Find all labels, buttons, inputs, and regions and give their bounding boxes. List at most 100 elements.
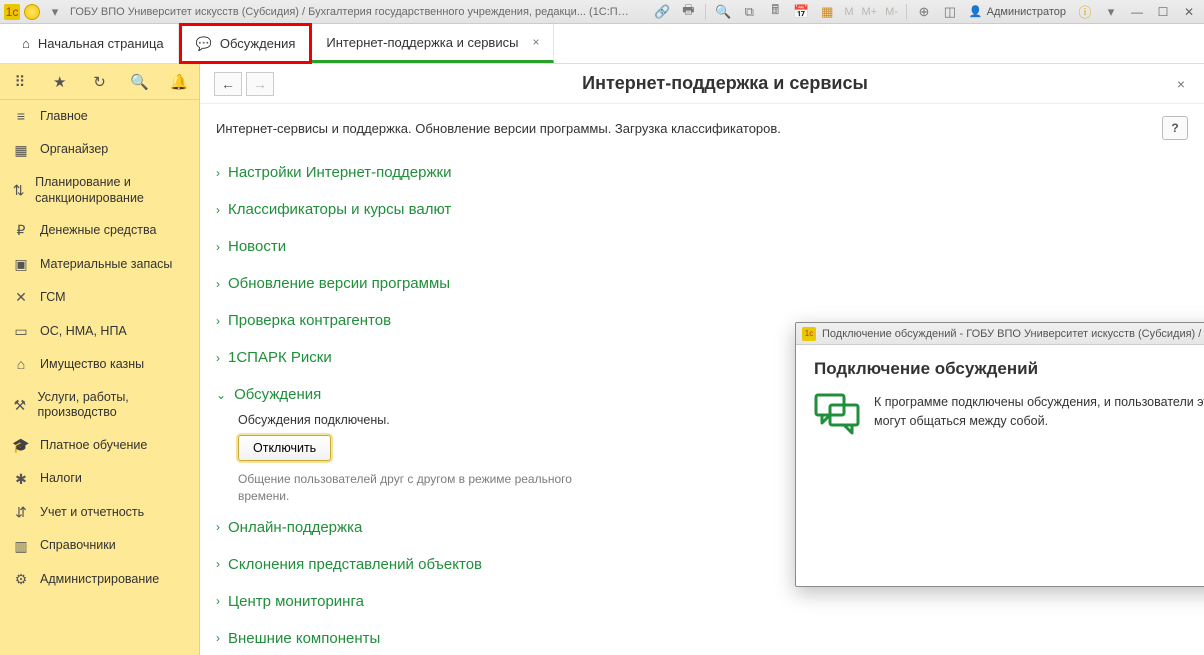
- sidebar-item-label: ОС, НМА, НПА: [40, 324, 127, 340]
- home-icon: ⌂: [22, 36, 30, 51]
- page-description: Интернет-сервисы и поддержка. Обновление…: [216, 121, 1162, 136]
- sidebar-item-icon: ⇵: [12, 504, 30, 522]
- dialog-chat-icon: [814, 393, 860, 437]
- toolbar-link-icon[interactable]: 🔗: [651, 3, 673, 21]
- chevron-right-icon: ›: [216, 240, 220, 254]
- sidebar-bell-icon[interactable]: 🔔: [167, 70, 191, 94]
- section-label: Проверка контрагентов: [228, 312, 391, 329]
- sidebar-item-label: Услуги, работы, производство: [37, 390, 187, 421]
- window-minimize-button[interactable]: —: [1126, 3, 1148, 21]
- tab-discussions[interactable]: 💬 Обсуждения: [179, 23, 313, 64]
- sidebar-item-label: Налоги: [40, 471, 82, 487]
- window-title: ГОБУ ВПО Университет искусств (Субсидия)…: [70, 6, 630, 18]
- sidebar-item-label: Планирование и санкционирование: [35, 175, 187, 206]
- section-3[interactable]: ›Обновление версии программы: [216, 269, 1188, 298]
- chevron-right-icon: ›: [216, 557, 220, 571]
- sidebar-item-0[interactable]: ≡Главное: [0, 100, 199, 134]
- sidebar-item-icon: ▣: [12, 256, 30, 274]
- sidebar-item-2[interactable]: ⇅Планирование и санкционирование: [0, 167, 199, 214]
- chevron-right-icon: ›: [216, 594, 220, 608]
- sidebar-star-icon[interactable]: ★: [48, 70, 72, 94]
- tab-internet-services[interactable]: Интернет-поддержка и сервисы ×: [312, 24, 554, 63]
- sidebar-item-icon: ▭: [12, 323, 30, 341]
- current-user[interactable]: 👤 Администратор: [965, 5, 1070, 18]
- sidebar-item-1[interactable]: ▦Органайзер: [0, 134, 199, 168]
- memory-mminus[interactable]: M-: [883, 6, 900, 18]
- toolbar-panels-icon[interactable]: ◫: [939, 3, 961, 21]
- sidebar: ⠿ ★ ↻ 🔍 🔔 ≡Главное▦Органайзер⇅Планирован…: [0, 64, 200, 655]
- sidebar-item-icon: ▥: [12, 538, 30, 556]
- chevron-right-icon: ›: [216, 631, 220, 645]
- chat-icon: 💬: [196, 36, 212, 52]
- sidebar-item-3[interactable]: ₽ Денежные средства: [0, 214, 199, 248]
- chevron-right-icon: ›: [216, 166, 220, 180]
- sidebar-item-icon: ⚒: [12, 397, 27, 415]
- toolbar-search-icon[interactable]: 🔍: [712, 3, 734, 21]
- sidebar-item-label: Справочники: [40, 538, 116, 554]
- sidebar-history-icon[interactable]: ↻: [87, 70, 111, 94]
- sidebar-item-label: Денежные средства: [40, 223, 156, 239]
- section-0[interactable]: ›Настройки Интернет-поддержки: [216, 158, 1188, 187]
- sidebar-item-13[interactable]: ⚙ Администрирование: [0, 563, 199, 597]
- toolbar-calc-icon[interactable]: 🖩: [764, 3, 786, 21]
- nav-forward-button[interactable]: →: [246, 72, 274, 96]
- sidebar-item-icon: ✕: [12, 289, 30, 307]
- toolbar-calendar-icon[interactable]: 📅: [790, 3, 812, 21]
- user-name: Администратор: [987, 6, 1066, 18]
- sidebar-item-11[interactable]: ⇵ Учет и отчетность: [0, 496, 199, 530]
- memory-m[interactable]: M: [842, 6, 855, 18]
- dialog-connect-discussions: 1c Подключение обсуждений - ГОБУ ВПО Уни…: [795, 322, 1204, 587]
- sidebar-item-icon: ⌂: [12, 356, 30, 374]
- section-label: 1СПАРК Риски: [228, 349, 332, 366]
- toolbar-globe-icon[interactable]: ⊕: [913, 3, 935, 21]
- section-label: Центр мониторинга: [228, 593, 364, 610]
- sidebar-item-10[interactable]: ✱Налоги: [0, 463, 199, 497]
- sidebar-item-9[interactable]: 🎓 Платное обучение: [0, 429, 199, 463]
- dialog-title: Подключение обсуждений - ГОБУ ВПО Универ…: [822, 328, 1204, 340]
- section-2[interactable]: ›Новости: [216, 232, 1188, 261]
- memory-mplus[interactable]: M+: [860, 6, 880, 18]
- sidebar-item-label: Учет и отчетность: [40, 505, 144, 521]
- sidebar-toolbar: ⠿ ★ ↻ 🔍 🔔: [0, 64, 199, 100]
- main-tabbar: ⌂ Начальная страница 💬 Обсуждения Интерн…: [0, 24, 1204, 64]
- sidebar-item-4[interactable]: ▣Материальные запасы: [0, 248, 199, 282]
- sidebar-item-label: ГСМ: [40, 290, 66, 306]
- sidebar-item-7[interactable]: ⌂Имущество казны: [0, 348, 199, 382]
- disable-discussions-button[interactable]: Отключить: [238, 435, 331, 461]
- sidebar-item-12[interactable]: ▥ Справочники: [0, 530, 199, 564]
- sidebar-search-icon[interactable]: 🔍: [127, 70, 151, 94]
- window-maximize-button[interactable]: ☐: [1152, 3, 1174, 21]
- section-label: Обновление версии программы: [228, 275, 450, 292]
- sidebar-item-icon: 🎓: [12, 437, 30, 455]
- dialog-app-icon: 1c: [802, 327, 816, 341]
- sidebar-item-label: Администрирование: [40, 572, 159, 588]
- page-help-button[interactable]: ?: [1162, 116, 1188, 140]
- tab-discussions-label: Обсуждения: [220, 36, 296, 51]
- toolbar-info-icon[interactable]: ⓘ: [1074, 3, 1096, 21]
- page-close-icon[interactable]: ×: [1172, 75, 1190, 93]
- page-title: Интернет-поддержка и сервисы: [278, 73, 1172, 94]
- sidebar-item-8[interactable]: ⚒ Услуги, работы, производство: [0, 382, 199, 429]
- section-9[interactable]: › Центр мониторинга: [216, 587, 1188, 616]
- tab-close-icon[interactable]: ×: [532, 35, 539, 49]
- sidebar-item-icon: ₽: [12, 222, 30, 240]
- section-1[interactable]: ›Классификаторы и курсы валют: [216, 195, 1188, 224]
- sidebar-item-6[interactable]: ▭ ОС, НМА, НПА: [0, 315, 199, 349]
- sidebar-item-5[interactable]: ✕ ГСМ: [0, 281, 199, 315]
- toolbar-schedule-icon[interactable]: ▦: [816, 3, 838, 21]
- sidebar-menu-icon[interactable]: ⠿: [8, 70, 32, 94]
- app-menu-icon[interactable]: [24, 4, 40, 20]
- content-area: ← → Интернет-поддержка и сервисы × Интер…: [200, 64, 1204, 655]
- toolbar-dropdown-icon[interactable]: ▾: [1100, 3, 1122, 21]
- sidebar-item-label: Платное обучение: [40, 438, 147, 454]
- window-close-button[interactable]: ✕: [1178, 3, 1200, 21]
- nav-back-button[interactable]: ←: [214, 72, 242, 96]
- tab-home-label: Начальная страница: [38, 36, 164, 51]
- toolbar-print-icon[interactable]: 🖶: [677, 3, 699, 21]
- sidebar-item-icon: ▦: [12, 142, 30, 160]
- section-10[interactable]: ›Внешние компоненты: [216, 624, 1188, 653]
- sidebar-item-icon: ⚙: [12, 571, 30, 589]
- toolbar-compare-icon[interactable]: ⧉: [738, 3, 760, 21]
- section-label: Склонения представлений объектов: [228, 556, 482, 573]
- tab-home[interactable]: ⌂ Начальная страница: [8, 24, 179, 63]
